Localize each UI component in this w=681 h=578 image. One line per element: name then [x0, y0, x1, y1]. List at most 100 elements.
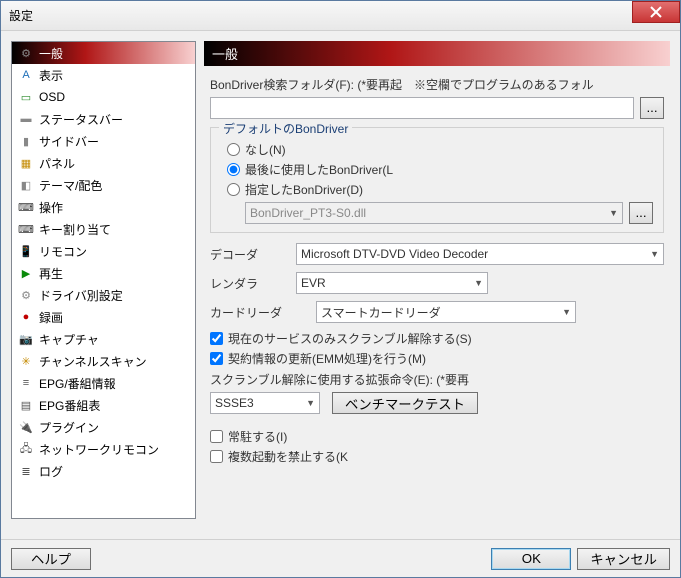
- emm-check-input[interactable]: [210, 352, 223, 365]
- close-icon: [650, 6, 662, 18]
- sidebar-item[interactable]: 🔌プラグイン: [12, 416, 195, 438]
- resident-check-label: 常駐する(I): [228, 428, 287, 445]
- sidebar-item[interactable]: ≣ログ: [12, 460, 195, 482]
- sidebar-item-icon: ▤: [18, 397, 34, 413]
- sidebar-item[interactable]: ▮サイドバー: [12, 130, 195, 152]
- folder-label: BonDriver検索フォルダ(F): (*要再起 ※空欄でプログラムのあるフォ…: [210, 76, 664, 93]
- single-instance-check-input[interactable]: [210, 450, 223, 463]
- card-reader-combo[interactable]: スマートカードリーダ ▼: [316, 301, 576, 323]
- sidebar-item-icon: ⚙: [18, 45, 34, 61]
- sidebar-item[interactable]: ✳ チャンネルスキャン: [12, 350, 195, 372]
- renderer-value: EVR: [301, 276, 326, 290]
- sidebar-item[interactable]: ▬ ステータスバー: [12, 108, 195, 130]
- decoder-value: Microsoft DTV-DVD Video Decoder: [301, 247, 488, 261]
- sidebar-item-icon: ⌨: [18, 221, 34, 237]
- sidebar-item[interactable]: ▭ OSD: [12, 86, 195, 108]
- sidebar-item-label: キャプチャ: [39, 331, 99, 348]
- help-button[interactable]: ヘルプ: [11, 548, 91, 570]
- sidebar-item[interactable]: ⚙ ドライバ別設定: [12, 284, 195, 306]
- chevron-down-icon: ▼: [562, 307, 571, 317]
- radio-specified-label: 指定したBonDriver(D): [245, 181, 363, 198]
- sidebar-item[interactable]: 📱リモコン: [12, 240, 195, 262]
- sidebar-item[interactable]: ≡EPG/番組情報: [12, 372, 195, 394]
- decoder-combo[interactable]: Microsoft DTV-DVD Video Decoder ▼: [296, 243, 664, 265]
- folder-browse-button[interactable]: ...: [640, 97, 664, 119]
- single-instance-check-label: 複数起動を禁止する(K: [228, 448, 348, 465]
- ok-button[interactable]: OK: [491, 548, 571, 570]
- resident-check[interactable]: 常駐する(I): [210, 428, 664, 445]
- radio-last-input[interactable]: [227, 163, 240, 176]
- category-sidebar[interactable]: ⚙一般A表示▭OSD▬ステータスバー▮サイドバー▦パネル◧テーマ/配色⌨操作⌨キ…: [11, 41, 196, 519]
- renderer-combo[interactable]: EVR ▼: [296, 272, 488, 294]
- sidebar-item-label: ドライバ別設定: [39, 287, 123, 304]
- chevron-down-icon: ▼: [609, 208, 618, 218]
- sidebar-item-label: 再生: [39, 265, 63, 282]
- sidebar-item[interactable]: ▤EPG番組表: [12, 394, 195, 416]
- emm-check-label: 契約情報の更新(EMM処理)を行う(M): [228, 350, 426, 367]
- sidebar-item[interactable]: ⌨キー割り当て: [12, 218, 195, 240]
- sidebar-item[interactable]: ▦ パネル: [12, 152, 195, 174]
- close-button[interactable]: [632, 1, 680, 23]
- chevron-down-icon: ▼: [474, 278, 483, 288]
- sidebar-item-label: プラグイン: [39, 419, 99, 436]
- radio-specified-input[interactable]: [227, 183, 240, 196]
- sidebar-item-label: テーマ/配色: [39, 177, 102, 194]
- radio-none-input[interactable]: [227, 143, 240, 156]
- sidebar-item-label: OSD: [39, 90, 65, 104]
- sidebar-item-icon: ≣: [18, 463, 34, 479]
- specified-driver-browse-button[interactable]: ...: [629, 202, 653, 224]
- radio-last[interactable]: 最後に使用したBonDriver(L: [227, 161, 653, 178]
- specified-driver-combo[interactable]: BonDriver_PT3-S0.dll ▼: [245, 202, 623, 224]
- sidebar-item-icon: ✳: [18, 353, 34, 369]
- scramble-check[interactable]: 現在のサービスのみスクランブル解除する(S): [210, 330, 664, 347]
- radio-none-label: なし(N): [245, 141, 286, 158]
- footer: ヘルプ OK キャンセル: [1, 539, 680, 577]
- radio-specified[interactable]: 指定したBonDriver(D): [227, 181, 653, 198]
- window-title: 設定: [9, 7, 33, 24]
- main-panel: 一般 BonDriver検索フォルダ(F): (*要再起 ※空欄でプログラムのあ…: [204, 41, 670, 519]
- chevron-down-icon: ▼: [650, 249, 659, 259]
- section-header: 一般: [204, 41, 670, 66]
- settings-window: 設定 ⚙ 一般 A 表示 ▭ OSD ▬ ステータスバー ▮サイドバー ▦ パネル ◧テーマ/配色 ⌨ 操…: [0, 0, 681, 578]
- radio-last-label: 最後に使用したBonDriver(L: [245, 161, 393, 178]
- sidebar-item-label: ステータスバー: [39, 111, 123, 128]
- resident-check-input[interactable]: [210, 430, 223, 443]
- ext-label: スクランブル解除に使用する拡張命令(E): (*要再: [210, 371, 664, 388]
- sidebar-item[interactable]: ⚙ 一般: [12, 42, 195, 64]
- sidebar-item-icon: A: [18, 67, 34, 83]
- ext-combo[interactable]: SSSE3 ▼: [210, 392, 320, 414]
- default-driver-group-title: デフォルトのBonDriver: [219, 120, 352, 137]
- sidebar-item-label: パネル: [39, 155, 75, 172]
- card-reader-label: カードリーダ: [210, 304, 308, 321]
- sidebar-item-icon: ≡: [18, 375, 34, 391]
- sidebar-item[interactable]: A 表示: [12, 64, 195, 86]
- default-driver-group: デフォルトのBonDriver なし(N) 最後に使用したBonDriver(L…: [210, 127, 664, 233]
- sidebar-item-icon: ▭: [18, 89, 34, 105]
- sidebar-item[interactable]: 🖧ネットワークリモコン: [12, 438, 195, 460]
- radio-none[interactable]: なし(N): [227, 141, 653, 158]
- sidebar-item-icon: 📷: [18, 331, 34, 347]
- single-instance-check[interactable]: 複数起動を禁止する(K: [210, 448, 664, 465]
- folder-input[interactable]: [210, 97, 634, 119]
- sidebar-item-icon: ▬: [18, 111, 34, 127]
- sidebar-item[interactable]: ●録画: [12, 306, 195, 328]
- scramble-check-label: 現在のサービスのみスクランブル解除する(S): [228, 330, 472, 347]
- sidebar-item[interactable]: ▶再生: [12, 262, 195, 284]
- sidebar-item-label: 一般: [39, 45, 63, 62]
- emm-check[interactable]: 契約情報の更新(EMM処理)を行う(M): [210, 350, 664, 367]
- ext-combo-value: SSSE3: [215, 396, 254, 410]
- specified-driver-value: BonDriver_PT3-S0.dll: [250, 206, 366, 220]
- sidebar-item[interactable]: ⌨ 操作: [12, 196, 195, 218]
- sidebar-item-label: チャンネルスキャン: [39, 353, 147, 370]
- benchmark-button[interactable]: ベンチマークテスト: [332, 392, 478, 414]
- sidebar-item-icon: ●: [18, 309, 34, 325]
- cancel-button[interactable]: キャンセル: [577, 548, 670, 570]
- sidebar-item[interactable]: 📷 キャプチャ: [12, 328, 195, 350]
- sidebar-item-label: 表示: [39, 67, 63, 84]
- sidebar-item[interactable]: ◧テーマ/配色: [12, 174, 195, 196]
- scramble-check-input[interactable]: [210, 332, 223, 345]
- sidebar-item-icon: ⌨: [18, 199, 34, 215]
- sidebar-item-label: 操作: [39, 199, 63, 216]
- sidebar-item-icon: ⚙: [18, 287, 34, 303]
- sidebar-item-icon: ▦: [18, 155, 34, 171]
